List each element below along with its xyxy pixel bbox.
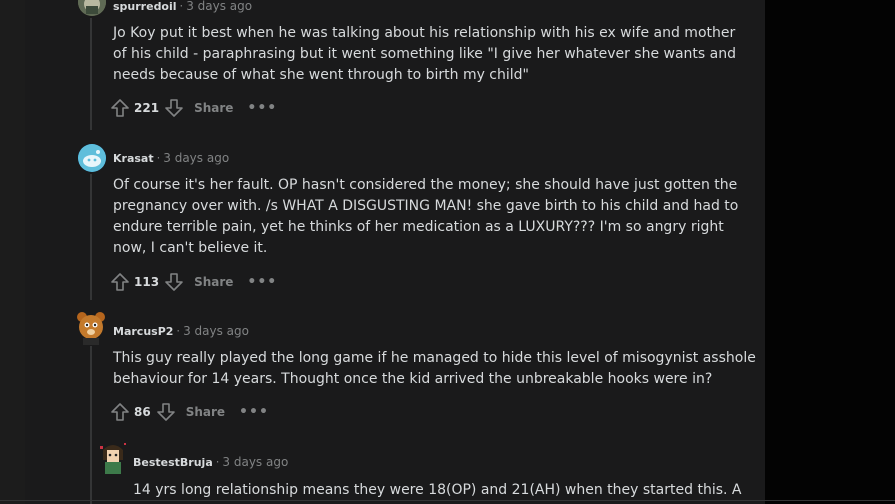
comment-line: pregnancy over with. /s WHAT A DISGUSTIN…: [113, 198, 739, 214]
more-options-icon[interactable]: •••: [239, 404, 269, 420]
comment-line: now, I can't believe it.: [113, 240, 268, 256]
vote-score: 113: [134, 275, 160, 289]
comment-timestamp[interactable]: 3 days ago: [186, 0, 252, 13]
more-options-icon[interactable]: •••: [247, 100, 277, 116]
share-button[interactable]: Share: [186, 405, 225, 419]
comment-actions: 86 Share •••: [110, 400, 269, 424]
meta-separator: ·: [176, 324, 181, 338]
vote-score: 221: [134, 101, 160, 115]
comment-line: 14 yrs long relationship means they were…: [133, 482, 742, 498]
avatar[interactable]: [98, 440, 128, 476]
comment-author[interactable]: MarcusP2: [113, 325, 173, 338]
comment-body: Of course it's her fault. OP hasn't cons…: [113, 175, 738, 259]
downvote-icon[interactable]: [164, 272, 184, 292]
upvote-icon[interactable]: [110, 272, 130, 292]
page-left-gutter: [0, 0, 25, 504]
comment-actions: 113 Share •••: [110, 270, 277, 294]
comment-line: endure terrible pain, yet he thinks of h…: [113, 219, 724, 235]
share-button[interactable]: Share: [194, 101, 233, 115]
comment-line: behaviour for 14 years. Thought once the…: [113, 371, 713, 387]
comment-timestamp[interactable]: 3 days ago: [163, 151, 229, 165]
vote-score: 86: [134, 405, 151, 419]
comment-line: Jo Koy put it best when he was talking a…: [113, 25, 736, 41]
comments-panel: spurredoil · 3 days ago Jo Koy put it best…: [25, 0, 765, 504]
comment-body: 14 yrs long relationship means they were…: [133, 480, 741, 501]
avatar[interactable]: [78, 0, 106, 16]
comment-timestamp[interactable]: 3 days ago: [183, 324, 249, 338]
comment-meta: BestestBruja · 3 days ago: [133, 455, 288, 469]
comment-line: Of course it's her fault. OP hasn't cons…: [113, 177, 738, 193]
comment-line: needs because of what she went through t…: [113, 67, 529, 83]
thread-line[interactable]: [90, 346, 92, 504]
comment-body: This guy really played the long game if …: [113, 348, 756, 390]
upvote-icon[interactable]: [110, 402, 130, 422]
meta-separator: ·: [156, 151, 161, 165]
comment-meta: spurredoil · 3 days ago: [113, 0, 252, 13]
bottom-divider: [0, 500, 895, 501]
avatar[interactable]: [78, 144, 106, 172]
avatar[interactable]: [76, 311, 106, 345]
page-right-background: [765, 0, 895, 504]
comment-meta: Krasat · 3 days ago: [113, 151, 229, 165]
comment-actions: 221 Share •••: [110, 96, 277, 120]
more-options-icon[interactable]: •••: [247, 274, 277, 290]
upvote-icon[interactable]: [110, 98, 130, 118]
thread-line[interactable]: [90, 174, 92, 300]
comment-timestamp[interactable]: 3 days ago: [222, 455, 288, 469]
downvote-icon[interactable]: [156, 402, 176, 422]
comment-author[interactable]: Krasat: [113, 152, 154, 165]
meta-separator: ·: [179, 0, 184, 13]
comment-body: Jo Koy put it best when he was talking a…: [113, 23, 736, 86]
meta-separator: ·: [215, 455, 220, 469]
comment-author[interactable]: BestestBruja: [133, 456, 213, 469]
thread-line[interactable]: [90, 18, 92, 130]
comment-author[interactable]: spurredoil: [113, 0, 177, 13]
comment-meta: MarcusP2 · 3 days ago: [113, 324, 249, 338]
comment-line: of his child - paraphrasing but it went …: [113, 46, 737, 62]
downvote-icon[interactable]: [164, 98, 184, 118]
share-button[interactable]: Share: [194, 275, 233, 289]
comment-line: This guy really played the long game if …: [113, 350, 756, 366]
